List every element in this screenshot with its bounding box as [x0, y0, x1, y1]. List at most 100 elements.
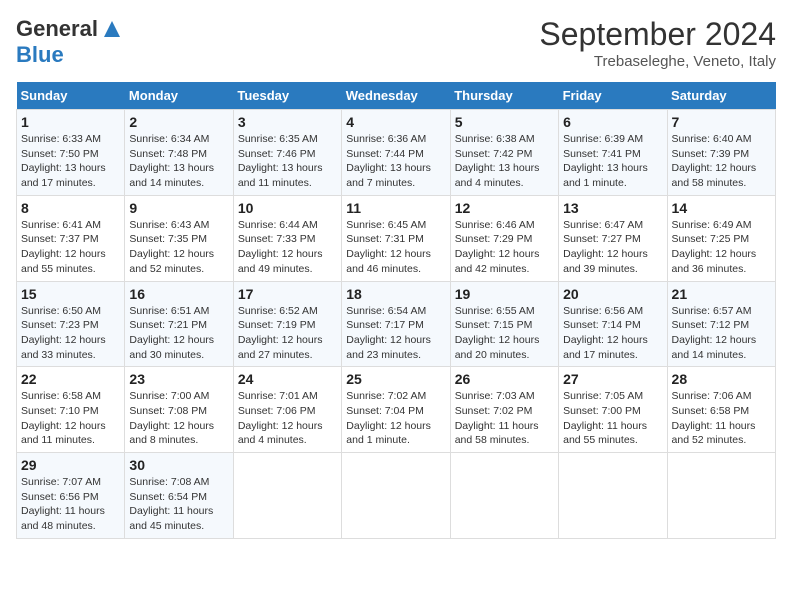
day-info: Sunrise: 6:41 AM Sunset: 7:37 PM Dayligh… [21, 219, 106, 275]
calendar-cell: 22 Sunrise: 6:58 AM Sunset: 7:10 PM Dayl… [17, 367, 125, 453]
col-header-thursday: Thursday [450, 82, 558, 110]
day-number: 14 [672, 200, 771, 216]
calendar-cell: 19 Sunrise: 6:55 AM Sunset: 7:15 PM Dayl… [450, 281, 558, 367]
day-info: Sunrise: 7:00 AM Sunset: 7:08 PM Dayligh… [129, 390, 214, 446]
day-number: 20 [563, 286, 662, 302]
day-number: 22 [21, 371, 120, 387]
day-info: Sunrise: 6:49 AM Sunset: 7:25 PM Dayligh… [672, 219, 757, 275]
calendar-cell: 12 Sunrise: 6:46 AM Sunset: 7:29 PM Dayl… [450, 195, 558, 281]
calendar-cell: 30 Sunrise: 7:08 AM Sunset: 6:54 PM Dayl… [125, 453, 233, 539]
day-number: 1 [21, 114, 120, 130]
title-area: September 2024 Trebaseleghe, Veneto, Ita… [539, 16, 776, 70]
week-row: 1 Sunrise: 6:33 AM Sunset: 7:50 PM Dayli… [17, 110, 776, 196]
day-number: 19 [455, 286, 554, 302]
calendar-cell: 5 Sunrise: 6:38 AM Sunset: 7:42 PM Dayli… [450, 110, 558, 196]
day-info: Sunrise: 6:38 AM Sunset: 7:42 PM Dayligh… [455, 133, 540, 189]
logo-blue-text: Blue [16, 42, 64, 68]
day-number: 17 [238, 286, 337, 302]
day-info: Sunrise: 6:55 AM Sunset: 7:15 PM Dayligh… [455, 305, 540, 361]
calendar-cell: 13 Sunrise: 6:47 AM Sunset: 7:27 PM Dayl… [559, 195, 667, 281]
day-number: 28 [672, 371, 771, 387]
calendar-cell: 25 Sunrise: 7:02 AM Sunset: 7:04 PM Dayl… [342, 367, 450, 453]
calendar-cell: 14 Sunrise: 6:49 AM Sunset: 7:25 PM Dayl… [667, 195, 775, 281]
day-number: 18 [346, 286, 445, 302]
day-number: 6 [563, 114, 662, 130]
day-info: Sunrise: 6:57 AM Sunset: 7:12 PM Dayligh… [672, 305, 757, 361]
calendar-cell: 8 Sunrise: 6:41 AM Sunset: 7:37 PM Dayli… [17, 195, 125, 281]
col-header-friday: Friday [559, 82, 667, 110]
calendar-cell: 27 Sunrise: 7:05 AM Sunset: 7:00 PM Dayl… [559, 367, 667, 453]
week-row: 29 Sunrise: 7:07 AM Sunset: 6:56 PM Dayl… [17, 453, 776, 539]
day-number: 16 [129, 286, 228, 302]
day-info: Sunrise: 6:44 AM Sunset: 7:33 PM Dayligh… [238, 219, 323, 275]
logo-general-text: General [16, 16, 98, 42]
day-number: 15 [21, 286, 120, 302]
day-info: Sunrise: 6:34 AM Sunset: 7:48 PM Dayligh… [129, 133, 214, 189]
day-info: Sunrise: 6:46 AM Sunset: 7:29 PM Dayligh… [455, 219, 540, 275]
day-info: Sunrise: 7:06 AM Sunset: 6:58 PM Dayligh… [672, 390, 756, 446]
day-info: Sunrise: 6:51 AM Sunset: 7:21 PM Dayligh… [129, 305, 214, 361]
calendar-cell: 20 Sunrise: 6:56 AM Sunset: 7:14 PM Dayl… [559, 281, 667, 367]
day-number: 11 [346, 200, 445, 216]
day-number: 24 [238, 371, 337, 387]
col-header-saturday: Saturday [667, 82, 775, 110]
week-row: 8 Sunrise: 6:41 AM Sunset: 7:37 PM Dayli… [17, 195, 776, 281]
day-number: 10 [238, 200, 337, 216]
day-info: Sunrise: 6:54 AM Sunset: 7:17 PM Dayligh… [346, 305, 431, 361]
col-header-tuesday: Tuesday [233, 82, 341, 110]
day-number: 21 [672, 286, 771, 302]
week-row: 15 Sunrise: 6:50 AM Sunset: 7:23 PM Dayl… [17, 281, 776, 367]
calendar-cell [450, 453, 558, 539]
calendar-cell: 23 Sunrise: 7:00 AM Sunset: 7:08 PM Dayl… [125, 367, 233, 453]
day-info: Sunrise: 7:05 AM Sunset: 7:00 PM Dayligh… [563, 390, 647, 446]
day-number: 5 [455, 114, 554, 130]
col-header-wednesday: Wednesday [342, 82, 450, 110]
logo: General Blue [16, 16, 122, 68]
day-info: Sunrise: 6:43 AM Sunset: 7:35 PM Dayligh… [129, 219, 214, 275]
calendar-cell: 11 Sunrise: 6:45 AM Sunset: 7:31 PM Dayl… [342, 195, 450, 281]
day-info: Sunrise: 6:36 AM Sunset: 7:44 PM Dayligh… [346, 133, 431, 189]
header: General Blue September 2024 Trebaseleghe… [16, 16, 776, 70]
day-info: Sunrise: 6:50 AM Sunset: 7:23 PM Dayligh… [21, 305, 106, 361]
calendar-cell: 9 Sunrise: 6:43 AM Sunset: 7:35 PM Dayli… [125, 195, 233, 281]
day-number: 7 [672, 114, 771, 130]
day-number: 26 [455, 371, 554, 387]
day-number: 3 [238, 114, 337, 130]
calendar-cell: 7 Sunrise: 6:40 AM Sunset: 7:39 PM Dayli… [667, 110, 775, 196]
day-number: 9 [129, 200, 228, 216]
calendar-cell: 17 Sunrise: 6:52 AM Sunset: 7:19 PM Dayl… [233, 281, 341, 367]
day-info: Sunrise: 6:40 AM Sunset: 7:39 PM Dayligh… [672, 133, 757, 189]
calendar-cell: 3 Sunrise: 6:35 AM Sunset: 7:46 PM Dayli… [233, 110, 341, 196]
calendar-cell [233, 453, 341, 539]
location: Trebaseleghe, Veneto, Italy [539, 53, 776, 70]
calendar-cell: 28 Sunrise: 7:06 AM Sunset: 6:58 PM Dayl… [667, 367, 775, 453]
day-info: Sunrise: 6:45 AM Sunset: 7:31 PM Dayligh… [346, 219, 431, 275]
calendar-cell: 15 Sunrise: 6:50 AM Sunset: 7:23 PM Dayl… [17, 281, 125, 367]
day-number: 30 [129, 457, 228, 473]
day-number: 2 [129, 114, 228, 130]
calendar-cell [667, 453, 775, 539]
calendar-cell: 16 Sunrise: 6:51 AM Sunset: 7:21 PM Dayl… [125, 281, 233, 367]
week-row: 22 Sunrise: 6:58 AM Sunset: 7:10 PM Dayl… [17, 367, 776, 453]
calendar-cell: 6 Sunrise: 6:39 AM Sunset: 7:41 PM Dayli… [559, 110, 667, 196]
day-number: 29 [21, 457, 120, 473]
calendar-cell: 10 Sunrise: 6:44 AM Sunset: 7:33 PM Dayl… [233, 195, 341, 281]
day-info: Sunrise: 6:35 AM Sunset: 7:46 PM Dayligh… [238, 133, 323, 189]
col-header-sunday: Sunday [17, 82, 125, 110]
calendar-cell: 18 Sunrise: 6:54 AM Sunset: 7:17 PM Dayl… [342, 281, 450, 367]
calendar-table: SundayMondayTuesdayWednesdayThursdayFrid… [16, 82, 776, 539]
day-info: Sunrise: 7:08 AM Sunset: 6:54 PM Dayligh… [129, 476, 213, 532]
calendar-cell: 24 Sunrise: 7:01 AM Sunset: 7:06 PM Dayl… [233, 367, 341, 453]
day-info: Sunrise: 7:03 AM Sunset: 7:02 PM Dayligh… [455, 390, 539, 446]
day-info: Sunrise: 6:56 AM Sunset: 7:14 PM Dayligh… [563, 305, 648, 361]
day-number: 8 [21, 200, 120, 216]
month-title: September 2024 [539, 16, 776, 53]
day-info: Sunrise: 6:47 AM Sunset: 7:27 PM Dayligh… [563, 219, 648, 275]
calendar-cell: 26 Sunrise: 7:03 AM Sunset: 7:02 PM Dayl… [450, 367, 558, 453]
calendar-cell: 2 Sunrise: 6:34 AM Sunset: 7:48 PM Dayli… [125, 110, 233, 196]
day-info: Sunrise: 7:07 AM Sunset: 6:56 PM Dayligh… [21, 476, 105, 532]
day-info: Sunrise: 6:33 AM Sunset: 7:50 PM Dayligh… [21, 133, 106, 189]
calendar-cell: 4 Sunrise: 6:36 AM Sunset: 7:44 PM Dayli… [342, 110, 450, 196]
col-header-monday: Monday [125, 82, 233, 110]
day-number: 25 [346, 371, 445, 387]
